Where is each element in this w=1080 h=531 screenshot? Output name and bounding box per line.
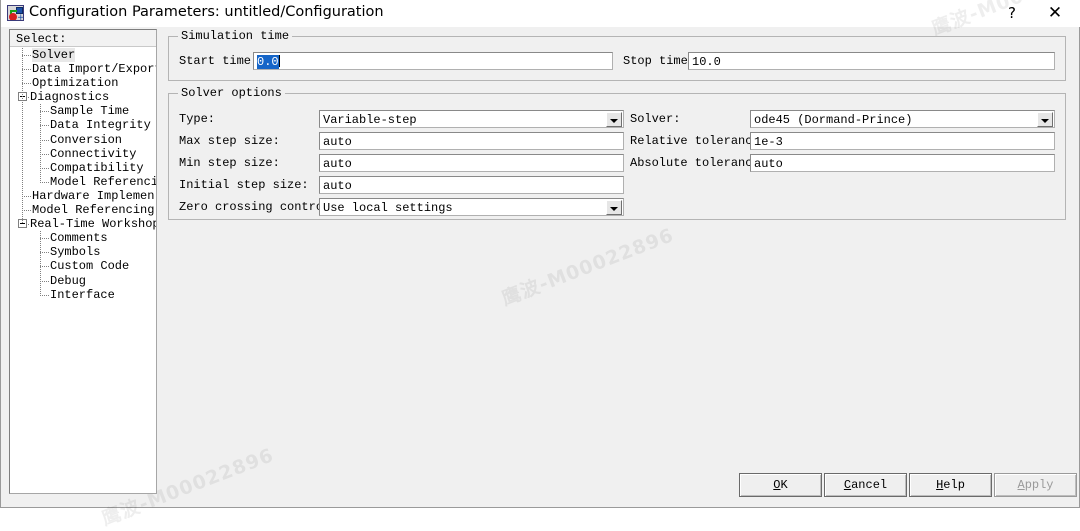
tree-trunk-line [40, 104, 41, 182]
max-step-size-input[interactable]: auto [319, 132, 624, 150]
ok-button[interactable]: OK [739, 473, 822, 497]
solver-dropdown[interactable]: ode45 (Dormand-Prince) [750, 110, 1055, 128]
window-title: Configuration Parameters: untitled/Confi… [29, 4, 384, 20]
relative-tolerance-label: Relative tolerance: [630, 134, 767, 148]
chevron-down-icon[interactable] [1037, 112, 1053, 127]
tree-item-label: Model Referencing [50, 174, 156, 189]
watermark: 鹰波-M00022896 [498, 224, 677, 311]
solver-label: Solver: [630, 112, 681, 126]
zero-crossing-control-value: Use local settings [323, 201, 453, 215]
tree-item-label: Sample Time [50, 104, 130, 119]
simulink-icon: + [7, 5, 24, 21]
dialog-client-area: 鹰波-M00022896 鹰波-M00022896 鹰波-M00022896 S… [2, 0, 1080, 530]
tree-item-label: Diagnostics [30, 90, 110, 105]
simulation-time-group-title: Simulation time [178, 29, 293, 43]
select-tree[interactable]: Solver Data Import/Export Optimization Diag… [10, 48, 156, 493]
tree-item-comments[interactable]: Comments [10, 231, 156, 245]
solver-value: ode45 (Dormand-Prince) [754, 113, 913, 127]
select-tree-panel: Select: Solver Data Import/Export Optimiza… [9, 29, 157, 494]
cancel-button-post: ancel [851, 478, 888, 492]
type-label: Type: [179, 112, 216, 126]
tree-item-connectivity[interactable]: Connectivity [10, 147, 156, 161]
tree-item-label: Data Import/Export [32, 62, 156, 77]
close-icon[interactable]: ✕ [1039, 0, 1071, 27]
cancel-button-mnemonic: C [843, 478, 852, 492]
tree-item-hardware-implemen[interactable]: Hardware Implemen... [10, 189, 156, 203]
tree-item-label: Symbols [50, 245, 101, 260]
start-time-input[interactable]: 0.0 [253, 52, 613, 70]
zero-crossing-control-dropdown[interactable]: Use local settings [319, 198, 624, 216]
tree-item-label: Compatibility [50, 160, 144, 175]
tree-trunk-line [22, 48, 23, 225]
ok-button-mnemonic: O [773, 478, 781, 492]
min-step-size-input[interactable]: auto [319, 154, 624, 172]
tree-item-label: Solver [32, 48, 76, 62]
tree-item-debug[interactable]: Debug [10, 274, 156, 288]
tree-item-label: Comments [50, 231, 108, 246]
ok-button-post: K [780, 478, 788, 492]
tree-item-diagnostics[interactable]: Diagnostics [10, 90, 156, 104]
type-value: Variable-step [323, 113, 417, 127]
tree-item-label: Hardware Implemen... [32, 188, 156, 203]
tree-item-label: Debug [50, 273, 87, 288]
tree-item-optimization[interactable]: Optimization [10, 76, 156, 90]
tree-item-symbols[interactable]: Symbols [10, 245, 156, 259]
relative-tolerance-input[interactable]: 1e-3 [750, 132, 1055, 150]
titlebar-help-icon[interactable]: ? [997, 0, 1027, 27]
tree-item-interface[interactable]: Interface [10, 288, 156, 302]
stop-time-label: Stop time: [623, 54, 696, 68]
tree-item-custom-code[interactable]: Custom Code [10, 259, 156, 273]
help-button-post: elp [943, 478, 965, 492]
tree-item-data-import-export[interactable]: Data Import/Export [10, 62, 156, 76]
tree-item-model-referencing[interactable]: Model Referencing [10, 203, 156, 217]
help-button[interactable]: Help [909, 473, 992, 497]
zero-crossing-control-label: Zero crossing control: [179, 200, 338, 214]
initial-step-size-label: Initial step size: [179, 178, 309, 192]
tree-item-label: Custom Code [50, 259, 130, 274]
tree-trunk-line [40, 231, 41, 295]
start-time-label: Start time: [179, 54, 259, 68]
start-time-value: 0.0 [257, 55, 279, 69]
tree-item-label: Connectivity [50, 146, 137, 161]
tree-item-solver[interactable]: Solver [10, 48, 156, 62]
tree-item-label: Optimization [32, 76, 119, 91]
type-dropdown[interactable]: Variable-step [319, 110, 624, 128]
select-tree-header: Select: [10, 30, 156, 47]
chevron-down-icon[interactable] [606, 200, 622, 215]
cancel-button[interactable]: Cancel [824, 473, 907, 497]
absolute-tolerance-input[interactable]: auto [750, 154, 1055, 172]
max-step-size-label: Max step size: [179, 134, 280, 148]
tree-item-compatibility[interactable]: Compatibility [10, 161, 156, 175]
stop-time-input[interactable]: 10.0 [688, 52, 1055, 70]
tree-item-label: Real-Time Workshop [30, 217, 156, 232]
apply-button-mnemonic: A [1017, 478, 1025, 492]
tree-item-real-time-workshop[interactable]: Real-Time Workshop [10, 217, 156, 231]
solver-options-group-title: Solver options [178, 86, 285, 100]
absolute-tolerance-label: Absolute tolerance: [630, 156, 767, 170]
tree-item-label: Interface [50, 287, 115, 302]
configuration-parameters-dialog: + Configuration Parameters: untitled/Con… [0, 0, 1080, 530]
tree-item-model-referencing[interactable]: Model Referencing [10, 175, 156, 189]
tree-item-label: Data Integrity [50, 118, 151, 133]
min-step-size-label: Min step size: [179, 156, 280, 170]
initial-step-size-input[interactable]: auto [319, 176, 624, 194]
title-bar: + Configuration Parameters: untitled/Con… [1, 0, 1080, 27]
tree-item-data-integrity[interactable]: Data Integrity [10, 118, 156, 132]
tree-item-label: Model Referencing [32, 203, 155, 218]
apply-button[interactable]: Apply [994, 473, 1077, 497]
tree-item-conversion[interactable]: Conversion [10, 133, 156, 147]
apply-button-post: pply [1024, 478, 1054, 492]
tree-item-label: Conversion [50, 132, 123, 147]
chevron-down-icon[interactable] [606, 112, 622, 127]
tree-item-sample-time[interactable]: Sample Time [10, 104, 156, 118]
